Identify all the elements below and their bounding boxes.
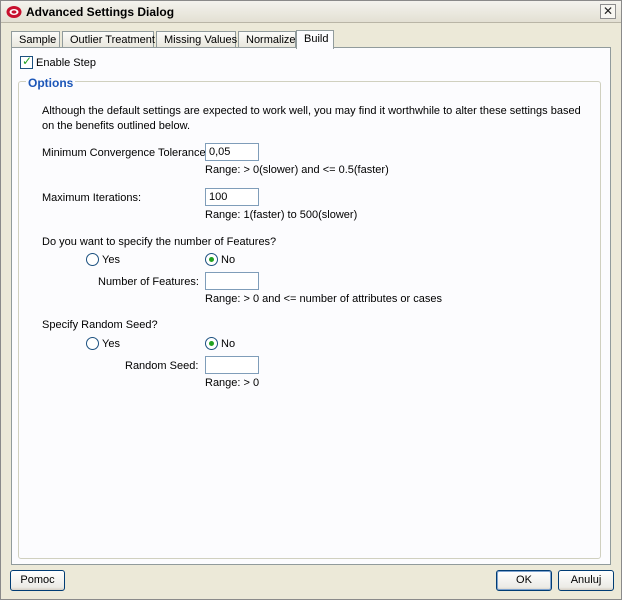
max-iterations-label: Maximum Iterations: [42, 192, 142, 204]
features-yes-radio[interactable] [86, 253, 99, 266]
tab-normalize[interactable]: Normalize [238, 31, 296, 48]
seed-no-label: No [221, 338, 236, 350]
tab-missing-values[interactable]: Missing Values [156, 31, 237, 48]
features-question: Do you want to specify the number of Fea… [42, 236, 277, 248]
number-of-features-label: Number of Features: [98, 276, 199, 288]
checkmark-icon: ✓ [22, 54, 33, 68]
dialog-title: Advanced Settings Dialog [26, 5, 175, 19]
seed-yes-label: Yes [102, 338, 120, 350]
features-no-radio[interactable] [205, 253, 218, 266]
tab-build[interactable]: Build [296, 30, 334, 49]
convergence-tolerance-label: Minimum Convergence Tolerance: [42, 147, 209, 159]
convergence-tolerance-input[interactable] [205, 143, 259, 161]
title-bar[interactable]: Advanced Settings Dialog ✕ [1, 1, 621, 23]
app-logo-icon [6, 6, 22, 18]
close-button[interactable]: ✕ [600, 4, 616, 19]
features-yes-label: Yes [102, 254, 120, 266]
random-seed-input[interactable] [205, 356, 259, 374]
seed-yes-radio[interactable] [86, 337, 99, 350]
options-intro-text: Although the default settings are expect… [42, 105, 581, 132]
seed-no-radio[interactable] [205, 337, 218, 350]
seed-question: Specify Random Seed? [42, 319, 158, 331]
tab-outlier-treatment[interactable]: Outlier Treatment [62, 31, 155, 48]
ok-button[interactable]: OK [496, 570, 552, 591]
features-no-label: No [221, 254, 236, 266]
options-legend: Options [26, 76, 76, 90]
convergence-range-text: Range: > 0(slower) and <= 0.5(faster) [205, 164, 389, 176]
seed-range-text: Range: > 0 [205, 377, 260, 389]
enable-step-label: Enable Step [36, 57, 96, 69]
cancel-button[interactable]: Anuluj [558, 570, 614, 591]
max-iterations-input[interactable] [205, 188, 259, 206]
help-button[interactable]: Pomoc [10, 570, 65, 591]
close-icon: ✕ [602, 4, 614, 18]
random-seed-label: Random Seed: [125, 360, 199, 372]
features-range-text: Range: > 0 and <= number of attributes o… [205, 293, 442, 305]
advanced-settings-dialog: Advanced Settings Dialog ✕ Sample Outlie… [0, 0, 622, 600]
iterations-range-text: Range: 1(faster) to 500(slower) [205, 209, 358, 221]
tab-sample[interactable]: Sample [11, 31, 60, 48]
number-of-features-input[interactable] [205, 272, 259, 290]
enable-step-checkbox[interactable]: ✓ [20, 54, 33, 69]
